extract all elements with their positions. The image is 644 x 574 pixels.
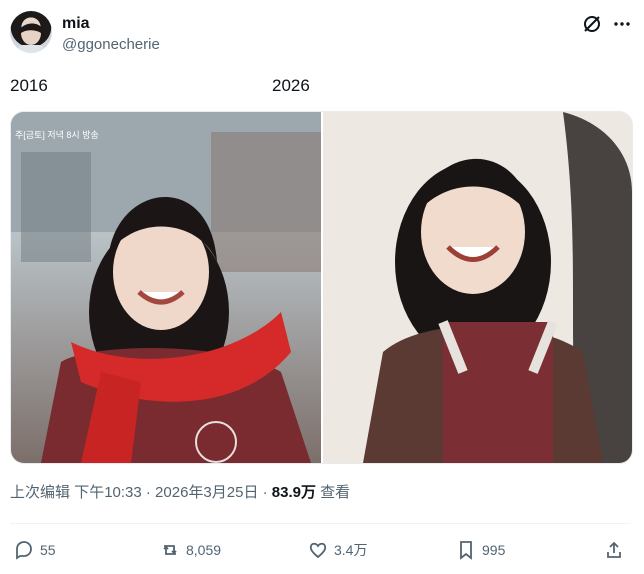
photo-2016[interactable]: 주[금토] 저녁 8시 방송 — [11, 112, 321, 463]
bookmark-button[interactable]: 995 — [456, 538, 505, 562]
bookmark-count: 995 — [482, 542, 506, 558]
share-button[interactable] — [604, 538, 624, 562]
grok-icon[interactable] — [580, 12, 604, 36]
reply-button[interactable]: 55 — [14, 538, 56, 562]
heart-icon — [309, 542, 327, 559]
tweet-text-2026: 2026 — [272, 76, 310, 95]
photo-2026[interactable] — [323, 112, 632, 463]
retweet-icon — [163, 545, 177, 555]
author-name[interactable]: mia — [62, 14, 90, 33]
retweet-count: 8,059 — [186, 542, 222, 558]
retweet-button[interactable]: 8,059 — [160, 538, 221, 562]
reply-count: 55 — [40, 542, 56, 558]
broadcast-caption: 주[금토] 저녁 8시 방송 — [15, 130, 99, 140]
views-count: 83.9万 — [271, 484, 316, 501]
like-button[interactable]: 3.4万 — [308, 538, 367, 562]
author-handle[interactable]: @ggonecherie — [62, 36, 160, 54]
edited-label[interactable]: 上次编辑 — [10, 484, 70, 501]
divider — [10, 523, 631, 524]
media-grid[interactable]: 주[금토] 저녁 8시 방송 — [10, 111, 633, 464]
reply-icon — [16, 541, 32, 560]
tweet-text-2016: 2016 — [10, 76, 48, 95]
like-count: 3.4万 — [334, 542, 368, 558]
views-label: 查看 — [320, 484, 351, 501]
bookmark-icon — [460, 541, 472, 560]
timestamp[interactable]: 下午10:33 · 2026年3月25日 · — [74, 484, 267, 501]
avatar[interactable] — [10, 11, 52, 53]
share-icon — [607, 541, 621, 558]
more-icon[interactable] — [610, 12, 634, 36]
tweet-meta: 上次编辑 下午10:33 · 2026年3月25日 · 83.9万 查看 — [10, 484, 350, 502]
